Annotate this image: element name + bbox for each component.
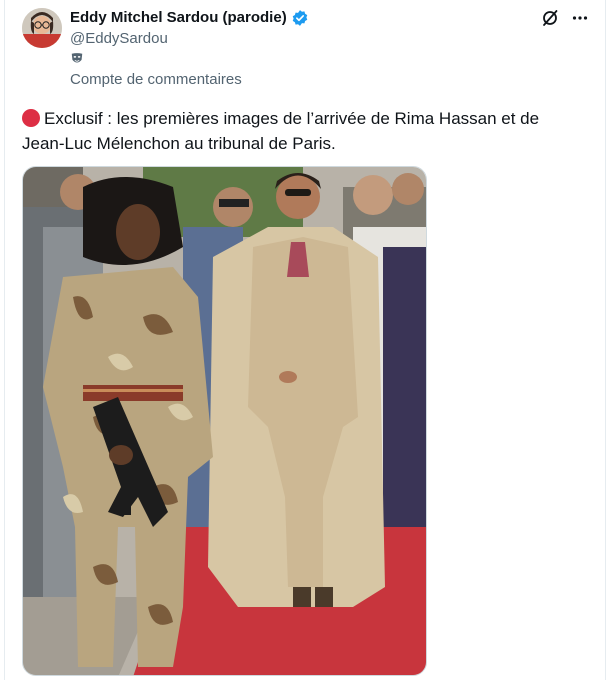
- more-button[interactable]: [570, 8, 590, 28]
- tweet-photo: [23, 167, 426, 675]
- tweet-media[interactable]: [22, 166, 427, 676]
- grok-icon: [543, 10, 558, 26]
- red-circle-icon: [22, 109, 40, 127]
- author-display-name[interactable]: Eddy Mitchel Sardou (parodie): [70, 8, 287, 28]
- author-handle[interactable]: @EddySardou: [70, 29, 168, 49]
- tweet-text: Exclusif : les premières images de l’arr…: [22, 109, 540, 153]
- tweet-body: Exclusif : les premières images de l’arr…: [22, 106, 562, 156]
- avatar-image: [22, 8, 62, 48]
- theater-mask-icon: [71, 53, 83, 63]
- more-icon: [572, 16, 588, 20]
- account-label[interactable]: Compte de commentaires: [70, 70, 242, 90]
- grok-button[interactable]: [540, 8, 560, 28]
- verified-badge-icon[interactable]: [291, 9, 309, 27]
- avatar[interactable]: [22, 8, 62, 48]
